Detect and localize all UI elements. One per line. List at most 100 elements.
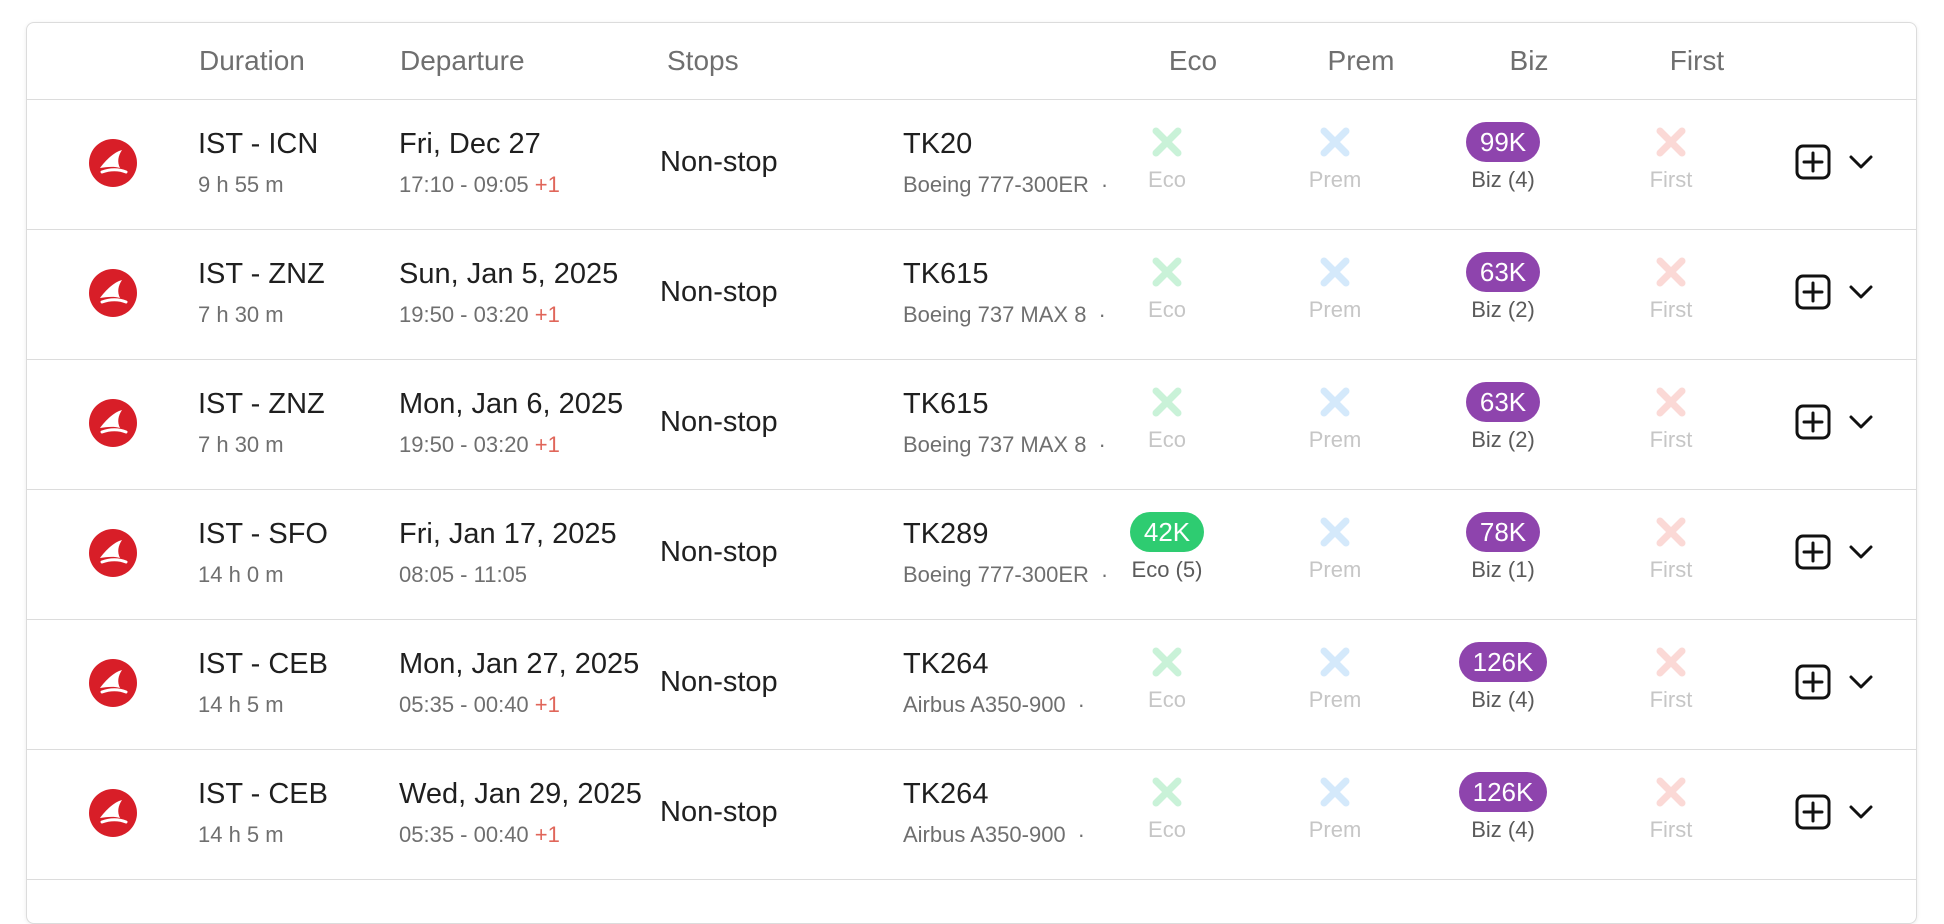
plus-square-icon[interactable] [1795, 794, 1831, 830]
chevron-down-icon[interactable] [1847, 670, 1875, 694]
chevron-down-icon[interactable] [1847, 280, 1875, 304]
header-departure[interactable]: Departure [400, 23, 525, 99]
chevron-down-icon[interactable] [1847, 150, 1875, 174]
biz-price-badge[interactable]: 63K [1465, 252, 1541, 292]
flight-number: TK615 [903, 258, 989, 290]
time-range: 05:35 - 00:40 [399, 692, 529, 717]
departure-times: 08:05 - 11:05 [399, 562, 527, 588]
departure-date: Mon, Jan 27, 2025 [399, 648, 640, 680]
eco-cell[interactable]: 42K Eco (5) [1097, 510, 1237, 583]
flight-row[interactable]: IST - ZNZ 7 h 30 m Sun, Jan 5, 2025 19:5… [27, 230, 1916, 360]
plus-square-icon[interactable] [1795, 534, 1831, 570]
prem-cell: Prem [1265, 770, 1405, 843]
x-icon [1152, 647, 1182, 677]
x-icon [1320, 777, 1350, 807]
plus-square-icon[interactable] [1795, 144, 1831, 180]
time-range: 19:50 - 03:20 [399, 302, 529, 327]
route: IST - ZNZ [198, 258, 325, 290]
biz-cell[interactable]: 63K Biz (2) [1433, 250, 1573, 323]
stops: Non-stop [660, 536, 778, 568]
biz-price-badge[interactable]: 126K [1458, 772, 1548, 812]
aircraft: Boeing 777-300ER · [903, 562, 1108, 588]
aircraft: Airbus A350-900 · [903, 822, 1085, 848]
chevron-down-icon[interactable] [1847, 800, 1875, 824]
route: IST - ICN [198, 128, 319, 160]
plus-day: +1 [534, 172, 560, 197]
flight-row[interactable]: IST - ZNZ 7 h 30 m Mon, Jan 6, 2025 19:5… [27, 360, 1916, 490]
biz-cell[interactable]: 78K Biz (1) [1433, 510, 1573, 583]
prem-cell: Prem [1265, 510, 1405, 583]
biz-cell[interactable]: 126K Biz (4) [1433, 770, 1573, 843]
stops: Non-stop [660, 666, 778, 698]
aircraft: Airbus A350-900 · [903, 692, 1085, 718]
separator-dot: · [1077, 692, 1085, 717]
duration: 7 h 30 m [198, 432, 284, 457]
biz-price-badge[interactable]: 63K [1465, 382, 1541, 422]
eco-cell: Eco [1097, 250, 1237, 323]
flight-row[interactable]: IST - CEB 14 h 5 m Mon, Jan 27, 2025 05:… [27, 620, 1916, 750]
plus-square-icon[interactable] [1795, 274, 1831, 310]
flight-row[interactable]: IST - CEB 14 h 5 m Wed, Jan 29, 2025 05:… [27, 750, 1916, 880]
turkish-airlines-logo-icon [89, 139, 137, 187]
biz-price-badge[interactable]: 78K [1465, 512, 1541, 552]
turkish-airlines-logo-icon [89, 269, 137, 317]
flight-number: TK264 [903, 778, 989, 810]
flight-row[interactable]: IST - ICN 9 h 55 m Fri, Dec 27 17:10 - 0… [27, 100, 1916, 230]
eco-price-badge[interactable]: 42K [1129, 512, 1205, 552]
departure-date: Wed, Jan 29, 2025 [399, 778, 642, 810]
flight-number: TK289 [903, 518, 989, 550]
prem-cell: Prem [1265, 640, 1405, 713]
first-cell: First [1601, 250, 1741, 323]
header-eco[interactable]: Eco [1123, 23, 1263, 99]
first-label: First [1649, 687, 1693, 712]
chevron-down-icon[interactable] [1847, 540, 1875, 564]
prem-label: Prem [1308, 687, 1362, 712]
header-biz[interactable]: Biz [1459, 23, 1599, 99]
route: IST - ZNZ [198, 388, 325, 420]
prem-cell: Prem [1265, 120, 1405, 193]
header-stops[interactable]: Stops [667, 23, 739, 99]
x-icon [1656, 387, 1686, 417]
prem-label: Prem [1308, 167, 1362, 192]
biz-price-badge[interactable]: 99K [1465, 122, 1541, 162]
plus-square-icon[interactable] [1795, 404, 1831, 440]
plus-square-icon[interactable] [1795, 664, 1831, 700]
plus-day: +1 [534, 692, 560, 717]
stops: Non-stop [660, 796, 778, 828]
departure-date: Sun, Jan 5, 2025 [399, 258, 619, 290]
eco-cell: Eco [1097, 380, 1237, 453]
turkish-airlines-logo-icon [89, 789, 137, 837]
x-icon [1152, 127, 1182, 157]
eco-label: Eco [1148, 167, 1186, 192]
aircraft-type: Boeing 777-300ER [903, 562, 1089, 587]
plus-day: +1 [534, 822, 560, 847]
aircraft: Boeing 777-300ER · [903, 172, 1108, 198]
flight-number: TK20 [903, 128, 973, 160]
biz-cell[interactable]: 126K Biz (4) [1433, 640, 1573, 713]
departure-date: Fri, Dec 27 [399, 128, 541, 160]
biz-label: Biz (4) [1471, 167, 1535, 192]
chevron-down-icon[interactable] [1847, 410, 1875, 434]
route: IST - CEB [198, 648, 328, 680]
stops: Non-stop [660, 276, 778, 308]
flight-row[interactable]: IST - SFO 14 h 0 m Fri, Jan 17, 2025 08:… [27, 490, 1916, 620]
eco-label: Eco (5) [1131, 557, 1203, 582]
first-label: First [1649, 167, 1693, 192]
biz-label: Biz (4) [1471, 687, 1535, 712]
biz-cell[interactable]: 63K Biz (2) [1433, 380, 1573, 453]
biz-label: Biz (1) [1471, 557, 1535, 582]
biz-price-badge[interactable]: 126K [1458, 642, 1548, 682]
aircraft: Boeing 737 MAX 8 · [903, 432, 1106, 458]
biz-cell[interactable]: 99K Biz (4) [1433, 120, 1573, 193]
aircraft-type: Boeing 737 MAX 8 [903, 432, 1087, 457]
first-label: First [1649, 427, 1693, 452]
prem-label: Prem [1308, 427, 1362, 452]
header-duration[interactable]: Duration [199, 23, 305, 99]
table-header: Duration Departure Stops Eco Prem Biz Fi… [27, 23, 1916, 100]
header-first[interactable]: First [1627, 23, 1767, 99]
separator-dot: · [1077, 822, 1085, 847]
biz-label: Biz (2) [1471, 297, 1535, 322]
eco-label: Eco [1148, 687, 1186, 712]
turkish-airlines-logo-icon [89, 399, 137, 447]
header-prem[interactable]: Prem [1291, 23, 1431, 99]
